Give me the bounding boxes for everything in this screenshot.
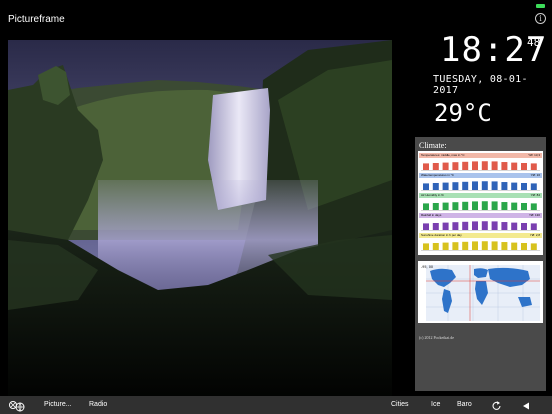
- cities-button[interactable]: Cities: [391, 396, 409, 414]
- chart-bar: [481, 241, 488, 250]
- chart-label: Sunshine duration in h per day: [421, 233, 462, 237]
- chart-label: Watertemperatures in °C: [421, 173, 454, 177]
- chart-bar: [511, 242, 518, 250]
- chart-bar: [521, 223, 527, 230]
- chart-bars: [421, 161, 540, 171]
- battery-indicator: [536, 4, 545, 8]
- chart-bar: [423, 203, 429, 210]
- chart-bar: [501, 182, 508, 190]
- chart-bar: [462, 221, 469, 230]
- chart-bar: [530, 223, 537, 230]
- clock-seconds: 48: [527, 36, 541, 49]
- chart-bar: [432, 163, 439, 170]
- chart-bar: [452, 182, 459, 190]
- ice-button[interactable]: Ice: [431, 396, 440, 414]
- chart-bars: [421, 201, 540, 211]
- chart-bar: [481, 201, 488, 210]
- picture-button[interactable]: Picture...: [44, 396, 72, 414]
- chart-bar: [472, 241, 478, 250]
- chart-bar: [530, 183, 537, 190]
- chart-bar: [491, 201, 498, 210]
- chart-bar: [511, 222, 518, 230]
- chart-bar: [452, 222, 459, 230]
- chart-bar: [432, 243, 439, 250]
- climate-chart-rainfall: Rainfall in days YØ: 130: [419, 213, 542, 232]
- radio-button[interactable]: Radio: [89, 396, 107, 414]
- chart-bar: [472, 221, 478, 230]
- chart-bars: [421, 181, 540, 191]
- chart-bar: [423, 223, 429, 230]
- settings-globe-icon[interactable]: [8, 399, 26, 412]
- back-arrow-icon[interactable]: [521, 399, 531, 411]
- climate-chart-temperature: Temperatures: middle, max in °C YØ: 13,3: [419, 153, 542, 172]
- chart-bar: [511, 162, 518, 170]
- chart-bar: [442, 162, 449, 170]
- chart-bar: [452, 202, 459, 210]
- world-map-image: -95, 00: [418, 261, 543, 323]
- chart-bar: [423, 163, 429, 170]
- chart-bar: [432, 223, 439, 230]
- chart-bar: [472, 201, 478, 210]
- bottom-toolbar: Picture... Radio Cities Ice Baro: [0, 396, 552, 414]
- chart-bars: [421, 221, 540, 231]
- climate-chart-water: Watertemperatures in °C YØ: 16: [419, 173, 542, 192]
- temperature-readout: 29°C: [434, 99, 492, 127]
- climate-panel: Climate: Temperatures: middle, max in °C…: [415, 137, 546, 391]
- chart-bar: [501, 222, 508, 230]
- climate-charts: Temperatures: middle, max in °C YØ: 13,3 …: [418, 151, 543, 255]
- chart-bar: [501, 162, 508, 170]
- app-title: Pictureframe: [8, 14, 65, 25]
- chart-bar: [481, 161, 488, 170]
- chart-bar: [472, 161, 478, 170]
- chart-bar: [462, 161, 469, 170]
- chart-bar: [481, 221, 488, 230]
- chart-bar: [511, 202, 518, 210]
- waterfall-image: [8, 40, 392, 397]
- refresh-icon[interactable]: [492, 399, 502, 411]
- waterfall-photo: [8, 40, 392, 397]
- chart-bar: [432, 183, 439, 190]
- chart-bar: [491, 221, 498, 230]
- chart-bar: [521, 243, 527, 250]
- chart-bar: [423, 183, 429, 190]
- chart-bar: [442, 182, 449, 190]
- climate-chart-humidity: Air Humidity in % YØ: 84: [419, 193, 542, 212]
- clock-date: TUESDAY, 08-01-2017: [433, 74, 528, 96]
- chart-bar: [462, 241, 469, 250]
- chart-bar: [442, 242, 449, 250]
- chart-bar: [452, 242, 459, 250]
- chart-bar: [472, 181, 478, 190]
- info-icon[interactable]: i: [535, 13, 546, 24]
- chart-bar: [530, 163, 537, 170]
- chart-bar: [432, 203, 439, 210]
- chart-bar: [511, 182, 518, 190]
- chart-bar: [442, 202, 449, 210]
- chart-bar: [530, 243, 537, 250]
- chart-bar: [521, 203, 527, 210]
- chart-bar: [442, 222, 449, 230]
- chart-bar: [521, 163, 527, 170]
- climate-copyright: (c) 2012 Pocketkai.de: [419, 335, 454, 340]
- map-coordinate-label: -95, 00: [421, 265, 433, 269]
- chart-bar: [462, 201, 469, 210]
- chart-label: Air Humidity in %: [421, 193, 444, 197]
- world-map[interactable]: -95, 00: [418, 261, 543, 323]
- chart-bar: [521, 183, 527, 190]
- climate-title: Climate:: [419, 141, 447, 150]
- chart-bars: [421, 241, 540, 251]
- chart-bar: [501, 202, 508, 210]
- chart-bar: [481, 181, 488, 190]
- chart-bar: [423, 243, 429, 250]
- chart-bar: [491, 181, 498, 190]
- chart-bar: [501, 242, 508, 250]
- climate-chart-sunshine: Sunshine duration in h per day YØ: 2,8: [419, 233, 542, 252]
- baro-button[interactable]: Baro: [457, 396, 472, 414]
- chart-bar: [452, 162, 459, 170]
- chart-bar: [491, 161, 498, 170]
- chart-bar: [462, 181, 469, 190]
- chart-bar: [530, 203, 537, 210]
- chart-label: Temperatures: middle, max in °C: [421, 153, 465, 157]
- chart-bar: [491, 241, 498, 250]
- chart-label: Rainfall in days: [421, 213, 442, 217]
